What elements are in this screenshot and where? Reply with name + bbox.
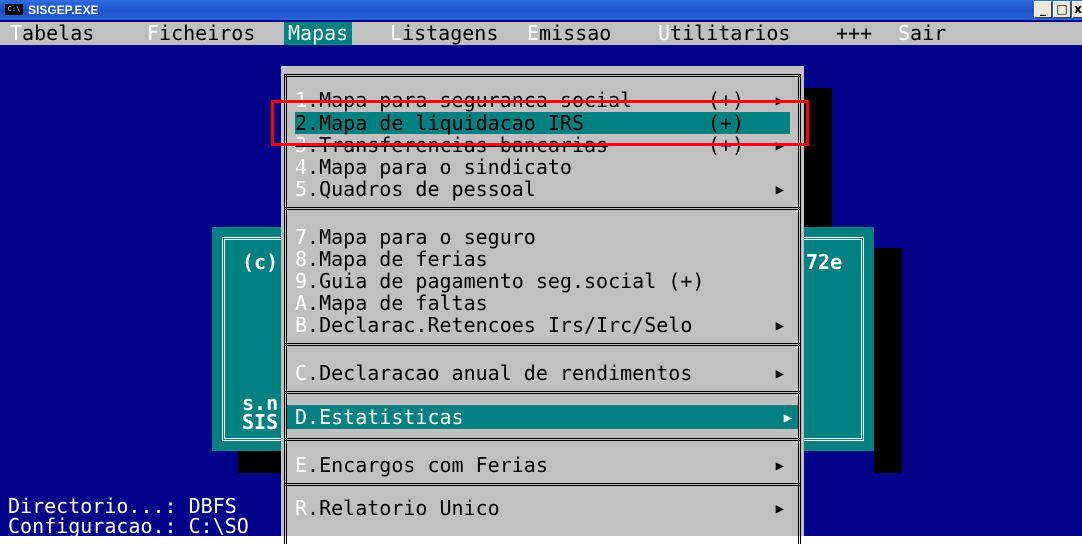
window-title: SISGEP.EXE	[28, 3, 99, 17]
dropdown-top-border	[284, 74, 801, 77]
menu-item-d[interactable]: D.Estatisticas ▶	[287, 405, 798, 429]
menu-separator	[284, 343, 801, 346]
submenu-arrow-icon: ▶	[775, 501, 784, 517]
menu-item-c[interactable]: C.Declaracao anual de rendimentos ▶	[295, 362, 790, 384]
menu-separator	[284, 438, 801, 441]
submenu-arrow-icon: ▶	[775, 318, 784, 334]
close-button[interactable]: x	[1072, 1, 1082, 18]
console-app-icon: C:\	[5, 4, 23, 15]
menu-emissao[interactable]: Emissao	[527, 22, 611, 45]
annotation-highlight-box	[271, 100, 809, 146]
version-text: 72e	[806, 250, 843, 274]
menu-utilitarios[interactable]: Utilitarios	[658, 22, 790, 45]
menu-item-7[interactable]: 7.Mapa para o seguro	[295, 226, 790, 248]
submenu-arrow-icon: ▶	[775, 366, 784, 382]
menu-item-a[interactable]: A.Mapa de faltas	[295, 292, 790, 314]
menu-item-b[interactable]: B.Declarac.Retencoes Irs/Irc/Selo ▶	[295, 314, 790, 336]
window-titlebar[interactable]: C:\ SISGEP.EXE _ □ x	[0, 0, 1082, 20]
submenu-arrow-icon: ▶	[783, 410, 792, 426]
menu-listagens[interactable]: Listagens	[390, 22, 498, 45]
menu-separator	[284, 207, 801, 210]
box-shadow-right	[874, 248, 902, 473]
menu-item-r[interactable]: R.Relatorio Unico ▶	[295, 497, 790, 519]
menu-tabelas[interactable]: Tabelas	[10, 22, 94, 45]
menu-item-4[interactable]: 4.Mapa para o sindicato	[295, 156, 790, 178]
menu-item-e[interactable]: E.Encargos com Ferias ▶	[295, 454, 790, 476]
menu-plus[interactable]: +++	[836, 22, 872, 45]
menu-item-9[interactable]: 9.Guia de pagamento seg.social (+)	[295, 270, 790, 292]
submenu-arrow-icon: ▶	[775, 182, 784, 198]
menu-item-5[interactable]: 5.Quadros de pessoal ▶	[295, 178, 790, 200]
info-line2: SIS	[242, 410, 279, 434]
menu-separator	[284, 483, 801, 486]
maximize-button[interactable]: □	[1053, 1, 1071, 18]
menu-item-8[interactable]: 8.Mapa de ferias	[295, 248, 790, 270]
menu-separator	[284, 391, 801, 394]
menu-ficheiros[interactable]: Ficheiros	[147, 22, 255, 45]
copyright-text: (c)	[242, 250, 279, 274]
box-shadow-bottom	[238, 451, 282, 473]
menu-sair[interactable]: Sair	[898, 22, 946, 45]
submenu-arrow-icon: ▶	[775, 458, 784, 474]
minimize-button[interactable]: _	[1034, 1, 1052, 18]
menu-mapas[interactable]: Mapas	[284, 22, 353, 45]
configuracao-status: Configuracao.: C:\SO	[8, 514, 249, 538]
main-menubar: Tabelas Ficheiros Mapas Listagens Emissa…	[0, 22, 1082, 45]
